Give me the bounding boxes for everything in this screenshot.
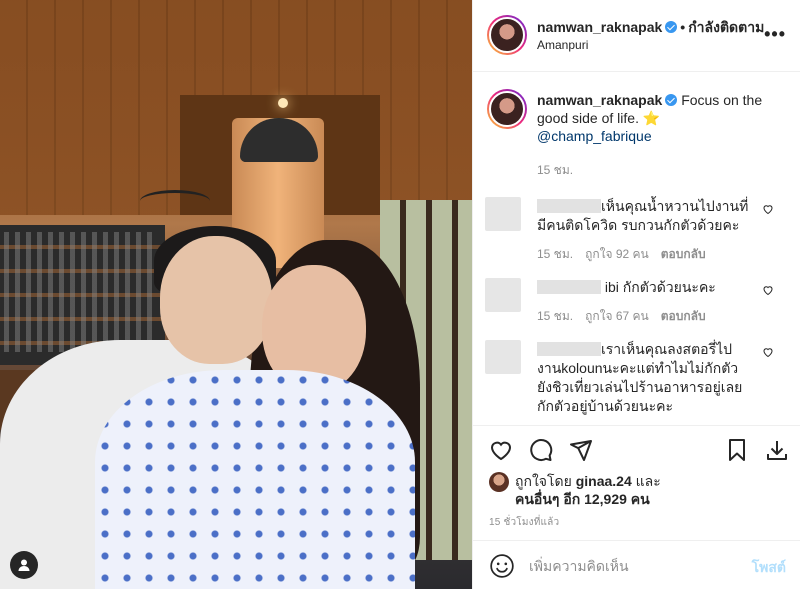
heart-icon[interactable]	[762, 203, 774, 215]
comment-item: เราเห็นคุณลงสตอรี่ไปงานkolounนะคะแต่ทำไม…	[473, 340, 800, 416]
user-tag-button[interactable]	[10, 551, 38, 579]
location-link[interactable]: Amanpuri	[537, 38, 588, 52]
mention-link[interactable]: @champ_fabrique	[537, 127, 784, 145]
redacted-username	[537, 280, 601, 294]
photo-ceiling-fan	[140, 190, 210, 212]
comment-likes[interactable]: ถูกใจ 67 คน	[585, 309, 649, 323]
more-options-button[interactable]: •••	[764, 24, 786, 45]
heart-icon[interactable]	[762, 284, 774, 296]
comment-avatar-redacted[interactable]	[485, 340, 521, 374]
comment-likes[interactable]: ถูกใจ 92 คน	[585, 247, 649, 261]
comment-input[interactable]	[529, 555, 729, 577]
liker-avatar[interactable]	[489, 472, 509, 492]
redacted-username	[537, 342, 601, 356]
comment-item: ibi กักตัวด้วยนะคะ 15 ชม. ถูกใจ 67 คน ตอบก…	[473, 278, 800, 326]
comment-item: เห็นคุณน้ำหวานไปงานที่มีคนติดโควิด รบกวน…	[473, 197, 800, 264]
reply-button[interactable]: ตอบกลับ	[661, 247, 706, 261]
verified-badge-icon	[665, 21, 678, 33]
others-likes-link[interactable]: คนอื่นๆ อีก 12,929 คน	[515, 491, 650, 507]
post-comment-button[interactable]: โพสต์	[752, 557, 786, 579]
heart-icon[interactable]	[489, 438, 513, 462]
comment-time[interactable]: 15 ชม.	[537, 309, 573, 323]
comment-meta: 15 ชม. ถูกใจ 67 คน ตอบกลับ	[537, 307, 752, 326]
post-actions: ถูกใจโดย ginaa.24 และ คนอื่นๆ อีก 12,929…	[473, 425, 800, 589]
add-comment-row: โพสต์	[473, 540, 800, 589]
follow-status-button[interactable]: กำลังติดตาม	[688, 19, 764, 35]
photo-floral-dress	[95, 370, 415, 589]
caption-text: namwan_raknapak Focus on the good side o…	[537, 91, 784, 145]
comment-meta: 15 ชม. ถูกใจ 92 คน ตอบกลับ	[537, 245, 752, 264]
photo-man-face	[160, 236, 272, 364]
heart-icon[interactable]	[762, 346, 774, 358]
likes-text: ถูกใจโดย ginaa.24 และ คนอื่นๆ อีก 12,929…	[515, 473, 661, 507]
star-emoji: ⭐	[642, 110, 661, 126]
comments-list[interactable]: namwan_raknapak Focus on the good side o…	[473, 73, 800, 425]
post-header: namwan_raknapak • กำลังติดตาม Amanpuri •••	[473, 0, 800, 72]
download-icon[interactable]	[765, 438, 789, 462]
comment-avatar-redacted[interactable]	[485, 197, 521, 231]
post-timestamp[interactable]: 15 ชั่วโมงที่แล้ว	[489, 515, 559, 530]
separator-dot: •	[680, 19, 686, 35]
comment-avatar-redacted[interactable]	[485, 278, 521, 312]
comment-text: เราเห็นคุณลงสตอรี่ไปงานkolounนะคะแต่ทำไม…	[537, 341, 743, 414]
user-tag-icon	[18, 559, 30, 571]
caption-username[interactable]: namwan_raknapak	[537, 92, 662, 108]
reply-button[interactable]: ตอบกลับ	[661, 309, 706, 323]
comment-text: เห็นคุณน้ำหวานไปงานที่มีคนติดโควิด รบกวน…	[537, 198, 749, 233]
caption-time[interactable]: 15 ชม.	[537, 161, 784, 180]
caption: namwan_raknapak Focus on the good side o…	[473, 73, 800, 183]
redacted-username	[537, 199, 601, 213]
action-icons-row	[473, 426, 800, 474]
comment-text: ibi กักตัวด้วยนะคะ	[537, 278, 752, 297]
post-sidebar: namwan_raknapak • กำลังติดตาม Amanpuri •••…	[472, 0, 800, 589]
username-link[interactable]: namwan_raknapak	[537, 19, 662, 35]
bookmark-icon[interactable]	[725, 438, 749, 462]
avatar[interactable]	[487, 15, 527, 55]
comment-icon[interactable]	[529, 438, 553, 462]
comment-time[interactable]: 15 ชม.	[537, 247, 573, 261]
likes-summary: ถูกใจโดย ginaa.24 และ คนอื่นๆ อีก 12,929…	[489, 472, 661, 508]
emoji-icon[interactable]	[489, 553, 515, 579]
post-photo[interactable]	[0, 0, 472, 589]
photo-lamp	[278, 98, 288, 108]
header-user-line: namwan_raknapak • กำลังติดตาม	[537, 17, 764, 39]
liker-username[interactable]: ginaa.24	[576, 473, 632, 489]
share-icon[interactable]	[569, 438, 593, 462]
photo-bottles	[4, 232, 154, 352]
verified-badge-icon	[665, 94, 678, 106]
caption-avatar[interactable]	[487, 89, 527, 129]
